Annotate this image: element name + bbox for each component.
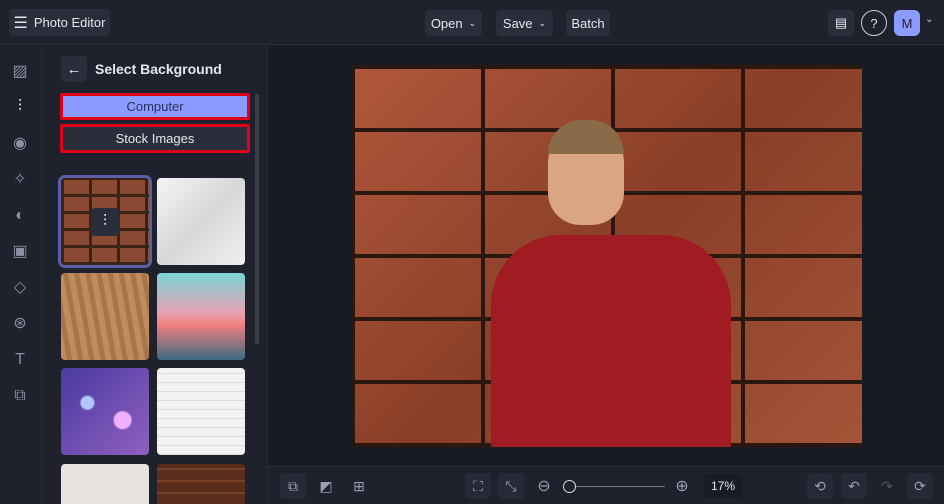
app-title: Photo Editor: [33, 15, 106, 30]
back-button[interactable]: ←: [61, 56, 87, 82]
thumb-dark-wood[interactable]: [157, 464, 245, 504]
menu-button[interactable]: ☰ Photo Editor: [9, 9, 110, 36]
open-label: Open: [430, 15, 463, 31]
zoom-slider-handle[interactable]: [563, 480, 576, 493]
overlay-icon[interactable]: ⊛: [10, 314, 30, 334]
hamburger-icon: ☰: [13, 14, 28, 32]
grid-icon[interactable]: ⊞: [346, 473, 372, 499]
scrollbar[interactable]: [255, 94, 259, 344]
redo-icon[interactable]: ↷: [874, 473, 900, 499]
zoom-in-icon[interactable]: ⊕: [669, 473, 695, 499]
zoom-out-icon[interactable]: ⊖: [531, 473, 557, 499]
layers-icon[interactable]: ⧉: [280, 473, 306, 499]
background-panel: ← Select Background Computer Stock Image…: [42, 46, 268, 504]
text-icon[interactable]: T: [10, 350, 30, 370]
chevron-down-icon: ⌄: [468, 17, 477, 28]
chevron-down-icon[interactable]: ⌄: [925, 14, 933, 25]
fit-screen-icon[interactable]: ⛶: [465, 473, 491, 499]
chevron-down-icon: ⌄: [538, 17, 547, 28]
panel-title: Select Background: [95, 61, 222, 77]
computer-button[interactable]: Computer: [60, 93, 250, 120]
help-icon[interactable]: ?: [861, 10, 887, 36]
zoom-slider[interactable]: [570, 486, 665, 487]
person-hair: [548, 120, 624, 154]
adjust-icon[interactable]: ⫶: [10, 97, 30, 117]
undo-icon[interactable]: ↶: [841, 473, 867, 499]
thumb-glitter[interactable]: [61, 464, 149, 504]
layers-icon[interactable]: ⧉: [10, 386, 30, 406]
adjust-icon[interactable]: ⫶: [91, 208, 119, 236]
thumb-sunset-blur[interactable]: [157, 273, 245, 360]
feedback-icon[interactable]: ▤: [828, 10, 854, 36]
thumb-wood[interactable]: [61, 273, 149, 360]
image-icon[interactable]: ▨: [10, 62, 30, 82]
open-button[interactable]: Open ⌄: [425, 10, 482, 36]
effects-icon[interactable]: ✧: [10, 170, 30, 190]
batch-button[interactable]: Batch: [566, 10, 610, 36]
tool-rail: ▨ ⫶ ◉ ✧ ◐ ▣ ◇ ⊛ T ⧉: [0, 46, 42, 504]
photo-canvas[interactable]: [351, 65, 862, 447]
canvas-area: [268, 46, 944, 466]
history-icon[interactable]: ⟳: [907, 473, 933, 499]
avatar[interactable]: M: [894, 10, 920, 36]
person-sweater: [491, 235, 731, 447]
shrink-icon[interactable]: ⤡: [498, 473, 524, 499]
thumb-white-brick[interactable]: [157, 368, 245, 455]
save-label: Save: [502, 15, 533, 31]
palette-icon[interactable]: ◐: [10, 206, 30, 226]
save-button[interactable]: Save ⌄: [496, 10, 553, 36]
compare-icon[interactable]: ◩: [313, 473, 339, 499]
top-bar: ☰ Photo Editor Open ⌄ Save ⌄ Batch ▤ ? M ⌄: [0, 0, 944, 45]
bottom-toolbar: ⧉ ◩ ⊞ ⛶ ⤡ ⊖ ⊕ 17% ⟲ ↶ ↷ ⟳: [268, 466, 944, 504]
thumb-marble[interactable]: [157, 178, 245, 265]
frame-icon[interactable]: ▣: [10, 242, 30, 262]
thumb-brick[interactable]: ⫶: [58, 175, 152, 268]
zoom-level[interactable]: 17%: [704, 474, 742, 498]
shapes-icon[interactable]: ◇: [10, 278, 30, 298]
stock-images-button[interactable]: Stock Images: [60, 124, 250, 153]
thumb-bokeh[interactable]: [61, 368, 149, 455]
eye-icon[interactable]: ◉: [10, 134, 30, 154]
reset-icon[interactable]: ⟲: [807, 473, 833, 499]
